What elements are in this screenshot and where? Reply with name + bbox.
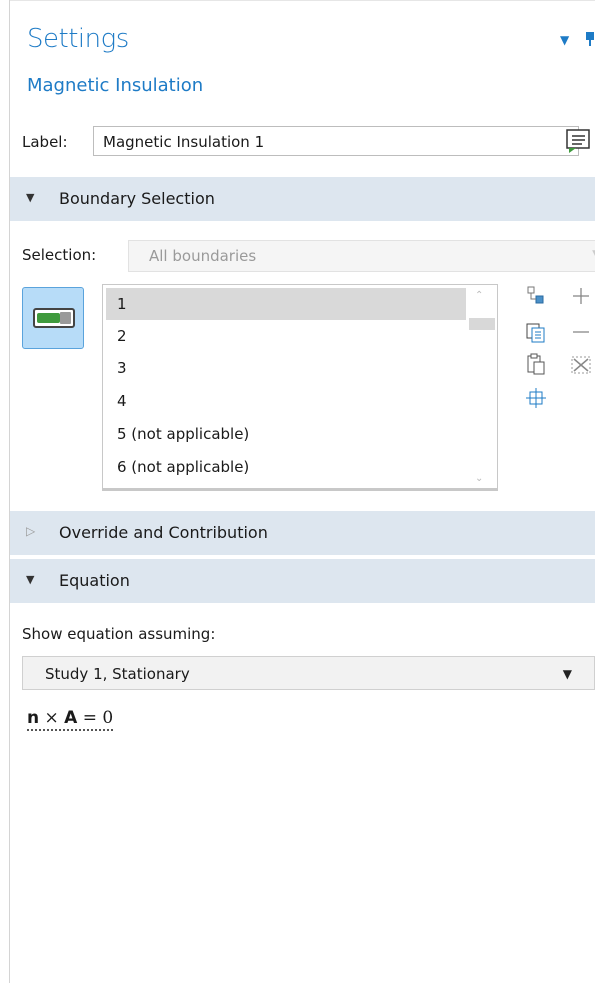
remove-from-selection-icon[interactable] [568,321,594,345]
toggle-switch-icon [33,308,75,328]
active-toggle-button[interactable] [22,287,84,349]
scroll-down-icon[interactable]: ⌄ [475,473,483,484]
label-row: Label: Magnetic Insulation 1 [22,126,595,158]
collapsed-arrow-icon: ▷ [26,524,36,538]
selection-value: All boundaries [149,247,257,265]
scroll-up-icon[interactable]: ⌃ [475,290,483,301]
node-type-subtitle: Magnetic Insulation [27,75,204,96]
section-override-and-contribution[interactable]: ▷ Override and Contribution [10,511,595,555]
eq-A: A [64,708,78,728]
add-to-selection-icon[interactable] [568,285,594,309]
list-item[interactable]: 4 [106,385,466,417]
label-input[interactable]: Magnetic Insulation 1 [93,126,579,156]
edit-label-button[interactable] [564,127,592,155]
section-label: Equation [59,571,130,590]
clear-selection-icon[interactable] [568,354,594,378]
select-boundaries-icon[interactable] [524,285,548,309]
note-edit-icon [566,129,590,153]
section-equation[interactable]: ▼ Equation [10,559,595,603]
eq-n: n [27,708,40,728]
equation-display[interactable]: n × A = 0 [27,708,114,731]
page-title: Settings [27,24,129,54]
section-label: Boundary Selection [59,189,215,208]
chevron-down-icon: ▼ [562,667,572,681]
zoom-to-selection-icon[interactable] [524,386,548,410]
list-bottom-edge [102,488,498,491]
list-item[interactable]: 3 [106,352,466,384]
panel-menu-dropdown-icon[interactable]: ▼ [560,33,569,47]
eq-rhs: = 0 [82,708,114,728]
list-item[interactable]: 2 [106,320,466,352]
boundary-listbox[interactable]: 1 2 3 4 5 (not applicable) 6 (not applic… [102,284,498,490]
expanded-arrow-icon: ▼ [26,191,35,204]
expanded-arrow-icon: ▼ [26,573,35,586]
eq-cross: × [44,708,59,728]
panel-top-border [9,0,595,1]
section-boundary-selection[interactable]: ▼ Boundary Selection [10,177,595,221]
list-scrollbar[interactable]: ⌃ ⌄ [466,288,495,486]
study-dropdown[interactable]: Study 1, Stationary ▼ [22,656,595,690]
label-caption: Label: [22,133,68,151]
paste-selection-icon[interactable] [524,352,548,376]
selection-dropdown[interactable]: All boundaries ▼ [128,240,595,272]
list-item[interactable]: 6 (not applicable) [106,451,466,483]
study-value: Study 1, Stationary [45,665,190,683]
section-label: Override and Contribution [59,523,268,542]
copy-selection-icon[interactable] [524,321,548,345]
scroll-thumb[interactable] [469,318,495,330]
pin-icon[interactable] [584,30,595,49]
list-item[interactable]: 5 (not applicable) [106,418,466,450]
show-equation-label: Show equation assuming: [22,625,216,643]
selection-row: Selection: All boundaries ▼ [22,240,595,272]
panel-left-border [9,0,10,983]
list-item[interactable]: 1 [106,288,466,320]
selection-caption: Selection: [22,246,97,264]
